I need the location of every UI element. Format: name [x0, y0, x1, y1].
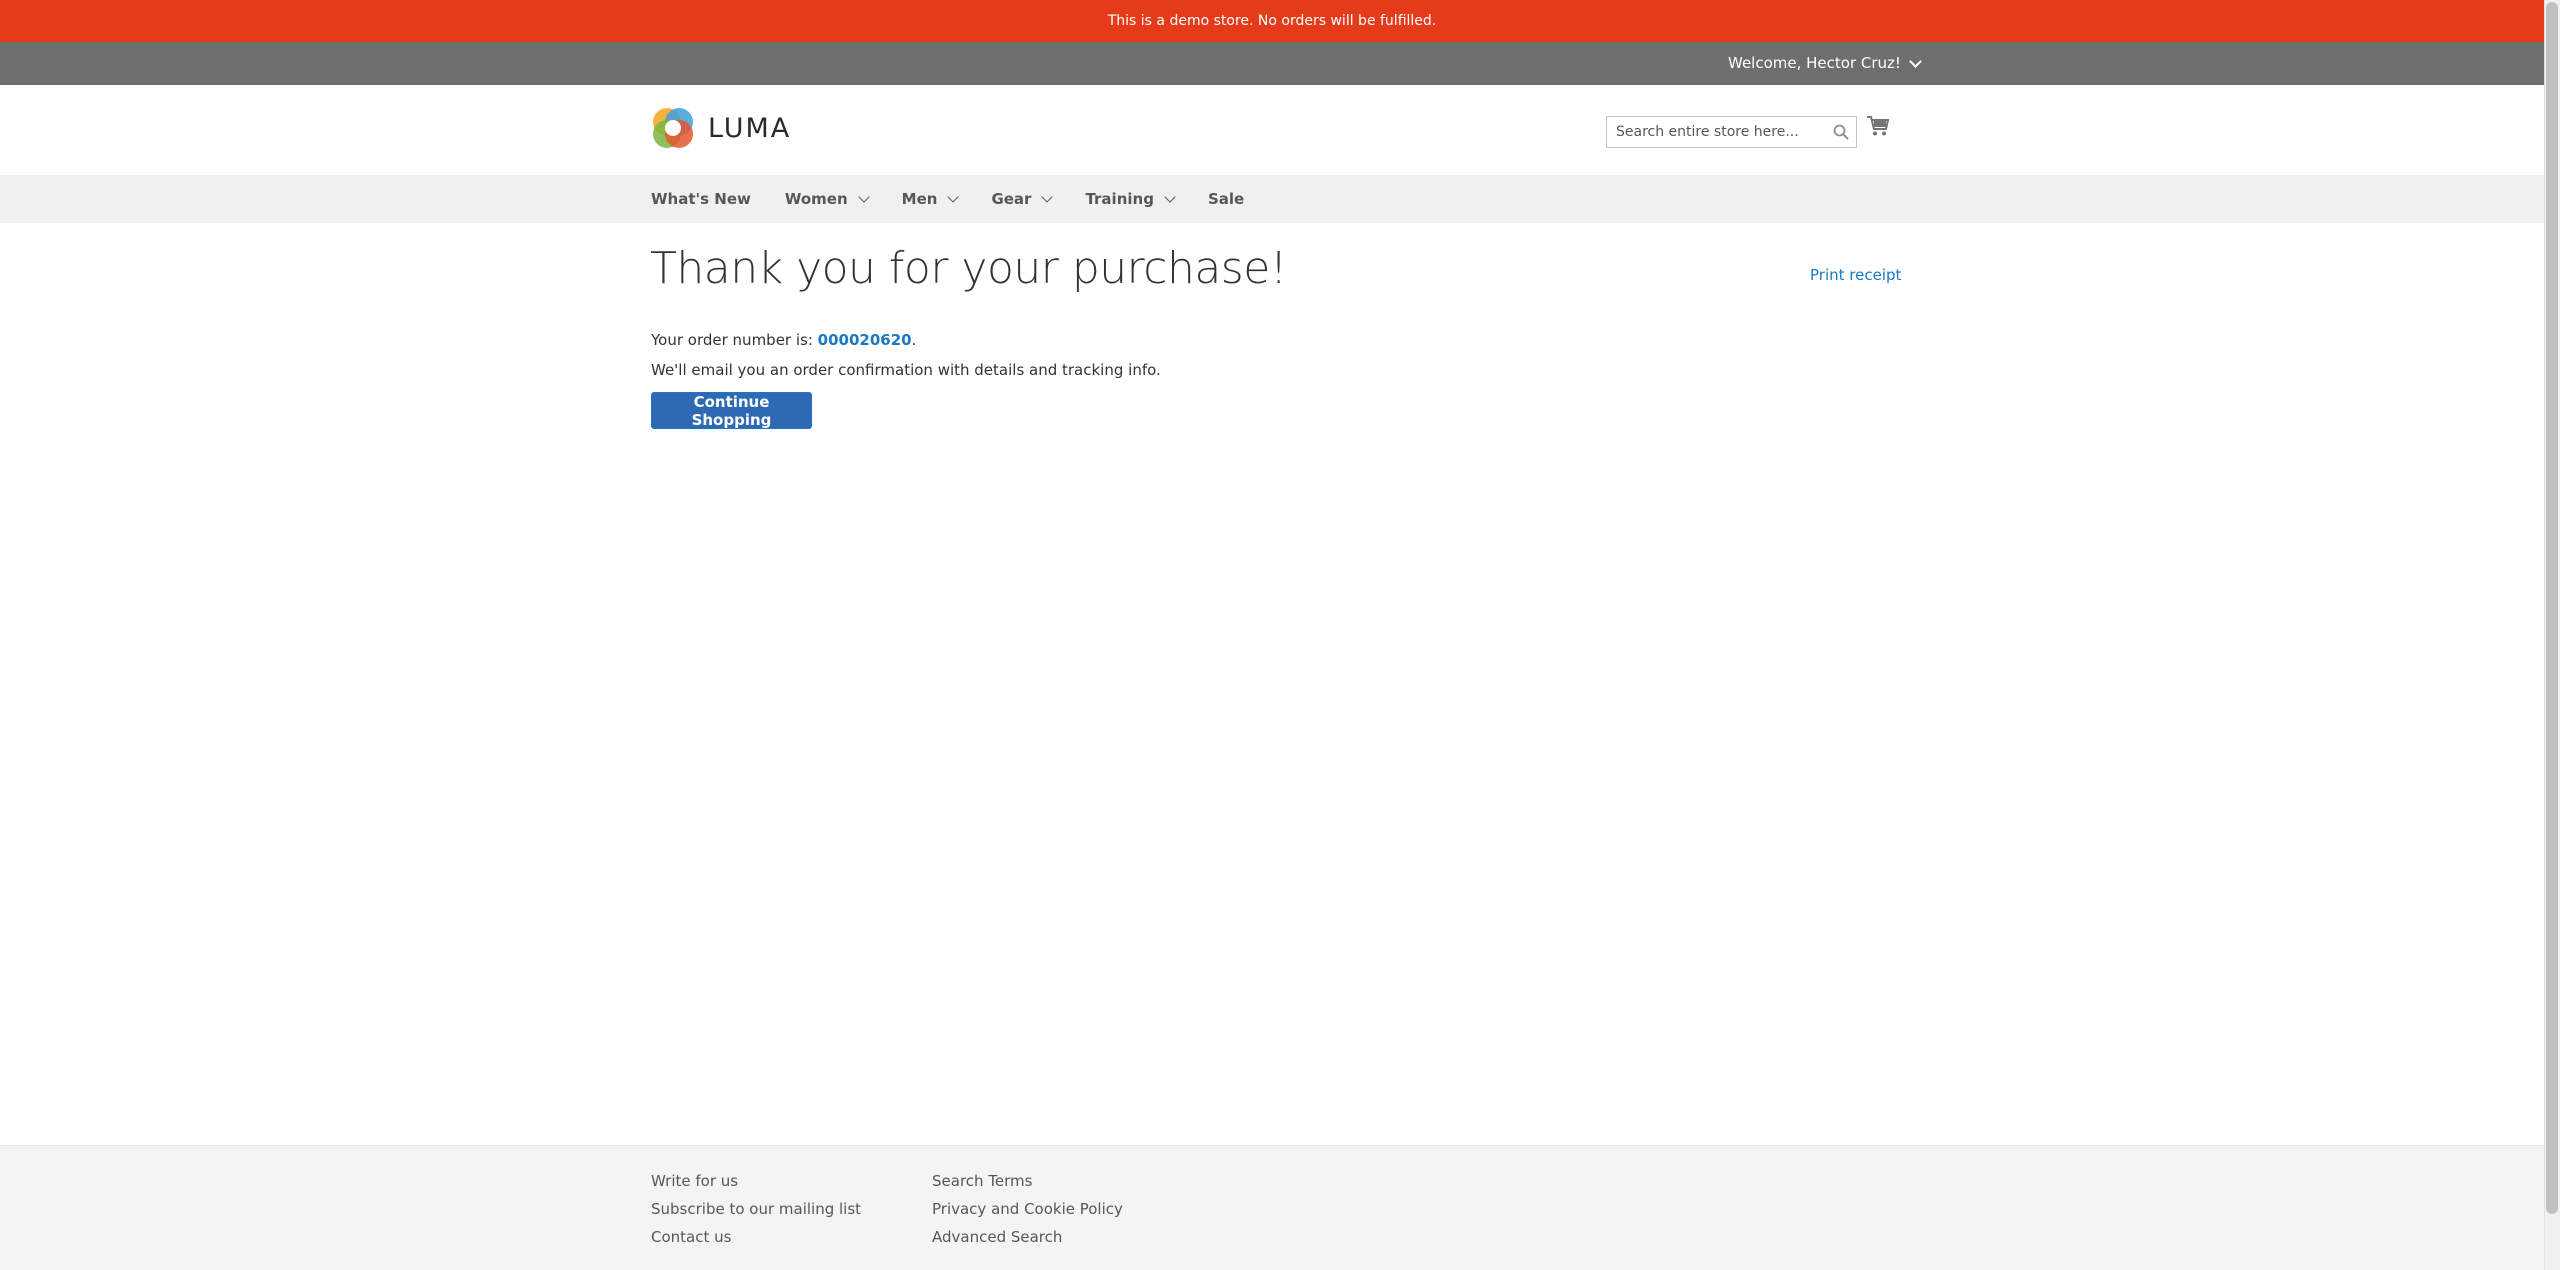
nav-item-label: Men	[901, 190, 938, 208]
footer-links-col1: Write for us Subscribe to our mailing lis…	[651, 1167, 861, 1251]
continue-shopping-button[interactable]: Continue Shopping	[651, 392, 812, 429]
chevron-down-icon	[1041, 191, 1054, 203]
chevron-down-icon	[857, 191, 870, 203]
luma-logo-icon	[653, 108, 693, 148]
demo-notice: This is a demo store. No orders will be …	[0, 0, 2544, 42]
footer-link-search-terms[interactable]: Search Terms	[932, 1167, 1123, 1195]
nav-item-sale[interactable]: Sale	[1208, 190, 1244, 208]
top-bar: Welcome, Hector Cruz!	[0, 42, 2544, 85]
nav-item-label: What's New	[651, 190, 751, 208]
order-number-line: Your order number is: 000020620.	[651, 331, 916, 349]
nav-item-gear[interactable]: Gear	[991, 190, 1054, 208]
search-box	[1606, 116, 1857, 148]
main-content: Thank you for your purchase! Print recei…	[0, 223, 2544, 1143]
minicart-button[interactable]	[1866, 114, 1890, 138]
nav-item-men[interactable]: Men	[901, 190, 960, 208]
order-number-suffix: .	[911, 331, 917, 349]
nav-item-training[interactable]: Training	[1085, 190, 1176, 208]
welcome-text: Welcome, Hector Cruz!	[1728, 54, 1901, 72]
email-note: We'll email you an order confirmation wi…	[651, 361, 1161, 379]
footer-link-subscribe-to-our-mailing-list[interactable]: Subscribe to our mailing list	[651, 1195, 861, 1223]
main-nav: What's New Women Men Gear Training Sale	[0, 175, 2544, 223]
chevron-down-icon	[1164, 191, 1176, 203]
nav-item-what-s-new[interactable]: What's New	[651, 190, 751, 208]
footer-link-contact-us[interactable]: Contact us	[651, 1223, 861, 1251]
logo-text: LUMA	[708, 112, 792, 144]
welcome-menu[interactable]: Welcome, Hector Cruz!	[1728, 42, 1922, 85]
footer-link-privacy-and-cookie-policy[interactable]: Privacy and Cookie Policy	[932, 1195, 1123, 1223]
footer: Write for us Subscribe to our mailing lis…	[0, 1145, 2544, 1270]
scrollbar[interactable]	[2544, 0, 2560, 1270]
nav-item-label: Women	[784, 190, 848, 208]
chevron-down-icon	[947, 191, 960, 203]
cart-icon	[1867, 116, 1890, 136]
footer-link-write-for-us[interactable]: Write for us	[651, 1167, 861, 1195]
page-title: Thank you for your purchase!	[650, 243, 1287, 294]
page: This is a demo store. No orders will be …	[0, 0, 2544, 1270]
footer-links-col2: Search Terms Privacy and Cookie Policy Adv…	[932, 1167, 1123, 1251]
order-number-prefix: Your order number is:	[651, 331, 818, 349]
nav-item-label: Training	[1085, 190, 1154, 208]
header: LUMA	[0, 85, 2544, 175]
nav-item-women[interactable]: Women	[784, 190, 870, 208]
search-input[interactable]	[1606, 116, 1857, 148]
nav-item-label: Gear	[991, 190, 1032, 208]
nav-items: What's New Women Men Gear Training Sale	[651, 175, 1278, 223]
logo[interactable]: LUMA	[650, 105, 791, 151]
search-icon[interactable]	[1833, 124, 1849, 140]
print-receipt-link[interactable]: Print receipt	[1810, 266, 1901, 284]
order-number-link[interactable]: 000020620	[818, 331, 912, 349]
footer-link-advanced-search[interactable]: Advanced Search	[932, 1223, 1123, 1251]
nav-item-label: Sale	[1207, 190, 1245, 208]
scrollbar-thumb[interactable]	[2546, 2, 2558, 1214]
chevron-down-icon	[1909, 54, 1922, 68]
